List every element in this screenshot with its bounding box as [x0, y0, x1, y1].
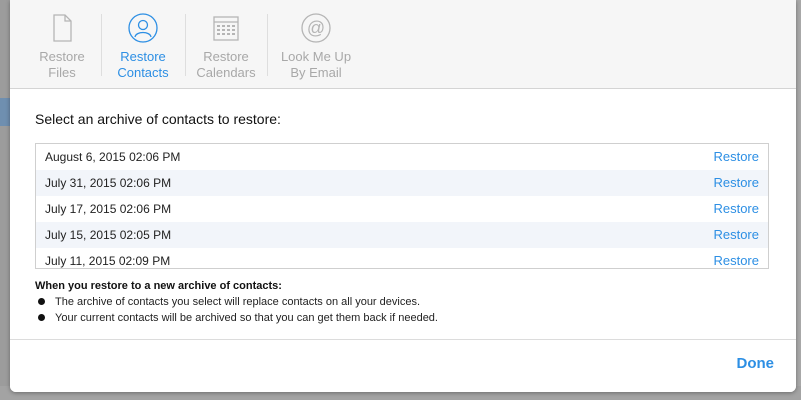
- tab-label: Restore Calendars: [196, 49, 256, 80]
- tab-label: Restore Contacts: [117, 49, 169, 80]
- svg-text:@: @: [307, 18, 325, 38]
- restore-link[interactable]: Restore: [713, 144, 759, 170]
- calendar-icon: [213, 16, 239, 41]
- bullet-icon: [38, 298, 45, 305]
- tab-bar: Restore Files Restore Contacts Restore C…: [10, 0, 796, 89]
- tab-look-me-up[interactable]: @ Look Me Up By Email: [270, 0, 362, 88]
- tab-restore-calendars[interactable]: Restore Calendars: [188, 0, 264, 88]
- archive-date: August 6, 2015 02:06 PM: [45, 150, 181, 164]
- dialog-footer: Done: [10, 339, 796, 392]
- restore-link[interactable]: Restore: [713, 196, 759, 222]
- list-item: The archive of contacts you select will …: [35, 294, 438, 310]
- restore-link[interactable]: Restore: [713, 170, 759, 196]
- tab-divider: [185, 14, 186, 76]
- restore-note-title: When you restore to a new archive of con…: [35, 280, 282, 292]
- done-button[interactable]: Done: [737, 355, 775, 372]
- restore-dialog: Restore Files Restore Contacts Restore C…: [10, 0, 796, 392]
- bullet-icon: [38, 314, 45, 321]
- archive-row: July 15, 2015 02:05 PM Restore: [36, 222, 768, 248]
- tab-restore-contacts[interactable]: Restore Contacts: [105, 0, 181, 88]
- background-selection-bar: [0, 98, 10, 126]
- archive-date: July 11, 2015 02:09 PM: [45, 254, 171, 268]
- archive-row: July 11, 2015 02:09 PM Restore: [36, 248, 768, 268]
- list-item: Your current contacts will be archived s…: [35, 310, 438, 326]
- note-text: The archive of contacts you select will …: [55, 296, 421, 308]
- archive-date: July 15, 2015 02:05 PM: [45, 228, 172, 242]
- restore-link[interactable]: Restore: [713, 248, 759, 268]
- tab-divider: [101, 14, 102, 76]
- archive-date: July 31, 2015 02:06 PM: [45, 176, 172, 190]
- tab-restore-files[interactable]: Restore Files: [24, 0, 100, 88]
- at-sign-icon: @: [301, 13, 331, 43]
- background-left-strip: [0, 0, 10, 400]
- archive-row: July 17, 2015 02:06 PM Restore: [36, 196, 768, 222]
- tab-label: Restore Files: [39, 49, 85, 80]
- archive-row: August 6, 2015 02:06 PM Restore: [36, 144, 768, 170]
- restore-note-list: The archive of contacts you select will …: [35, 294, 438, 326]
- archive-row: July 31, 2015 02:06 PM Restore: [36, 170, 768, 196]
- archive-list[interactable]: August 6, 2015 02:06 PM Restore July 31,…: [35, 143, 769, 269]
- tab-divider: [267, 14, 268, 76]
- document-icon: [53, 14, 72, 42]
- restore-link[interactable]: Restore: [713, 222, 759, 248]
- tab-label: Look Me Up By Email: [280, 49, 352, 80]
- archive-date: July 17, 2015 02:06 PM: [45, 202, 172, 216]
- contacts-icon: [128, 13, 158, 43]
- note-text: Your current contacts will be archived s…: [55, 312, 438, 324]
- dialog-heading: Select an archive of contacts to restore…: [35, 111, 281, 127]
